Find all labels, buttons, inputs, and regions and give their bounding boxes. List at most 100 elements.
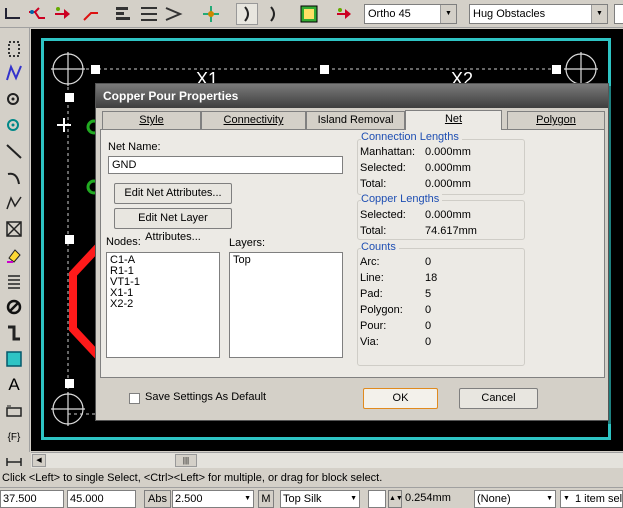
bottom-status-bar: 37.500 45.000 Abs 2.500 ▼ M Top Silk ▼ ▲… <box>0 487 623 508</box>
route-arrow-icon[interactable] <box>52 3 74 25</box>
horizontal-scrollbar[interactable]: ◀ ||| <box>31 452 623 468</box>
select-icon[interactable] <box>3 38 25 60</box>
line-count-label: Line: <box>360 272 384 284</box>
polygon-count-value: 0 <box>425 304 432 316</box>
copper-selected-value: 0.000mm <box>425 209 471 221</box>
connection-lengths-title: Connection Lengths <box>361 131 462 143</box>
selection-count: ▼ 1 item sel <box>560 490 623 508</box>
scroll-left-icon[interactable]: ◀ <box>32 454 46 467</box>
hatch-icon[interactable] <box>3 270 25 292</box>
nodes-label: Nodes: <box>106 236 141 248</box>
total-label: Total: <box>360 178 387 190</box>
color-swatch[interactable] <box>368 490 386 508</box>
distribute-icon[interactable] <box>138 3 160 25</box>
top-toolbar: Ortho 45 ▼ Hug Obstacles ▼ <box>0 0 623 28</box>
arc-icon[interactable] <box>262 3 284 25</box>
save-default-checkbox[interactable] <box>129 393 140 404</box>
list-item[interactable]: Top <box>233 255 339 266</box>
via-count-value: 0 <box>425 336 432 348</box>
grid-mode-select[interactable]: Ortho 45 ▼ <box>364 4 457 24</box>
pour-count-value: 0 <box>425 320 432 332</box>
copper-pour-properties-dialog: Copper Pour Properties Style Connectivit… <box>95 83 609 421</box>
tab-connectivity[interactable]: Connectivity <box>201 111 306 129</box>
arc-tool-icon[interactable] <box>3 166 25 188</box>
copper-total-value: 74.617mm <box>425 225 477 237</box>
polyline-icon[interactable] <box>3 192 25 214</box>
field-icon[interactable]: {F} <box>3 426 25 448</box>
arc-count-label: Arc: <box>360 256 380 268</box>
manhattan-label: Manhattan: <box>360 146 416 158</box>
rectangle-cross-icon[interactable] <box>3 218 25 240</box>
chevron-down-icon: ▼ <box>440 5 456 23</box>
x-coordinate: 37.500 <box>0 490 64 508</box>
pcb-design-icon[interactable] <box>298 3 320 25</box>
via-count-label: Via: <box>360 336 379 348</box>
total-value: 0.000mm <box>425 178 471 190</box>
via-icon[interactable] <box>3 88 25 110</box>
chevron-down-icon: ▼ <box>563 495 570 502</box>
status-message: Click <Left> to single Select, <Ctrl><Le… <box>2 472 383 484</box>
abs-toggle[interactable]: Abs <box>144 490 171 508</box>
component-icon[interactable] <box>200 3 222 25</box>
tab-polygon[interactable]: Polygon <box>507 111 605 129</box>
arc-count-value: 0 <box>425 256 432 268</box>
dimension-icon[interactable] <box>3 400 25 422</box>
chevron-down-icon: ▼ <box>591 5 607 23</box>
list-item[interactable]: X2-2 <box>110 299 216 310</box>
line-count-value: 18 <box>425 272 438 284</box>
align-icon[interactable] <box>112 3 134 25</box>
route-tool-icon[interactable] <box>3 62 25 84</box>
copper-pour-icon[interactable] <box>3 348 25 370</box>
counts-title: Counts <box>361 241 399 253</box>
fill-icon[interactable] <box>3 244 25 266</box>
text-icon[interactable]: A <box>3 374 25 396</box>
selected-value: 0.000mm <box>425 162 471 174</box>
route-forward-icon[interactable] <box>334 3 356 25</box>
route-mode-icon[interactable] <box>26 3 48 25</box>
spread-icon[interactable] <box>162 3 184 25</box>
layer-select[interactable]: Top Silk ▼ <box>280 490 360 508</box>
tab-island-removal[interactable]: Island Removal <box>306 111 405 129</box>
route-corner-icon[interactable] <box>2 3 24 25</box>
selected-label: Selected: <box>360 162 406 174</box>
save-default-label: Save Settings As Default <box>145 391 267 403</box>
chevron-down-icon: ▼ <box>546 495 553 502</box>
diagonal-route-icon[interactable] <box>80 3 102 25</box>
line-width-value: 0.254mm <box>405 492 451 504</box>
copper-lengths-title: Copper Lengths <box>361 193 443 205</box>
tab-style[interactable]: Style <box>102 111 201 129</box>
component-tool-icon[interactable] <box>3 322 25 344</box>
chevron-down-icon: ▼ <box>244 495 251 502</box>
chevron-down-icon: ▼ <box>350 495 357 502</box>
measure-icon[interactable] <box>3 450 25 472</box>
edit-net-attributes-button[interactable]: Edit Net Attributes... <box>114 183 232 204</box>
obstacle-mode-select[interactable]: Hug Obstacles ▼ <box>469 4 608 24</box>
left-toolbar: A {F} <box>0 28 30 466</box>
net-tab-panel: Net Name: GND Edit Net Attributes... Edi… <box>100 129 605 378</box>
ok-button[interactable]: OK <box>363 388 438 409</box>
net-name-label: Net Name: <box>108 141 161 153</box>
spinner-icon[interactable]: ▲▼ <box>388 490 403 508</box>
layers-label: Layers: <box>229 237 266 249</box>
layers-list[interactable]: Top <box>229 252 343 358</box>
cancel-button[interactable]: Cancel <box>459 388 538 409</box>
pad-count-value: 5 <box>425 288 432 300</box>
copper-total-label: Total: <box>360 225 387 237</box>
line-icon[interactable] <box>3 140 25 162</box>
y-coordinate: 45.000 <box>67 490 136 508</box>
extra-select[interactable] <box>614 4 623 24</box>
mode-toggle[interactable]: M <box>258 490 274 508</box>
copper-selected-label: Selected: <box>360 209 406 221</box>
pin-icon[interactable] <box>236 3 258 25</box>
grid-select[interactable]: 2.500 ▼ <box>172 490 254 508</box>
no-entry-icon[interactable] <box>3 296 25 318</box>
scroll-thumb[interactable]: ||| <box>175 454 197 467</box>
tab-net[interactable]: Net <box>405 110 502 130</box>
manhattan-value: 0.000mm <box>425 146 471 158</box>
pad-icon[interactable] <box>3 114 25 136</box>
net-name-field[interactable]: GND <box>108 156 343 174</box>
nodes-list[interactable]: C1-A R1-1 VT1-1 X1-1 X2-2 <box>106 252 220 358</box>
edit-net-layer-attributes-button[interactable]: Edit Net Layer Attributes... <box>114 208 232 243</box>
net-select[interactable]: (None) ▼ <box>474 490 556 508</box>
polygon-count-label: Polygon: <box>360 304 403 316</box>
